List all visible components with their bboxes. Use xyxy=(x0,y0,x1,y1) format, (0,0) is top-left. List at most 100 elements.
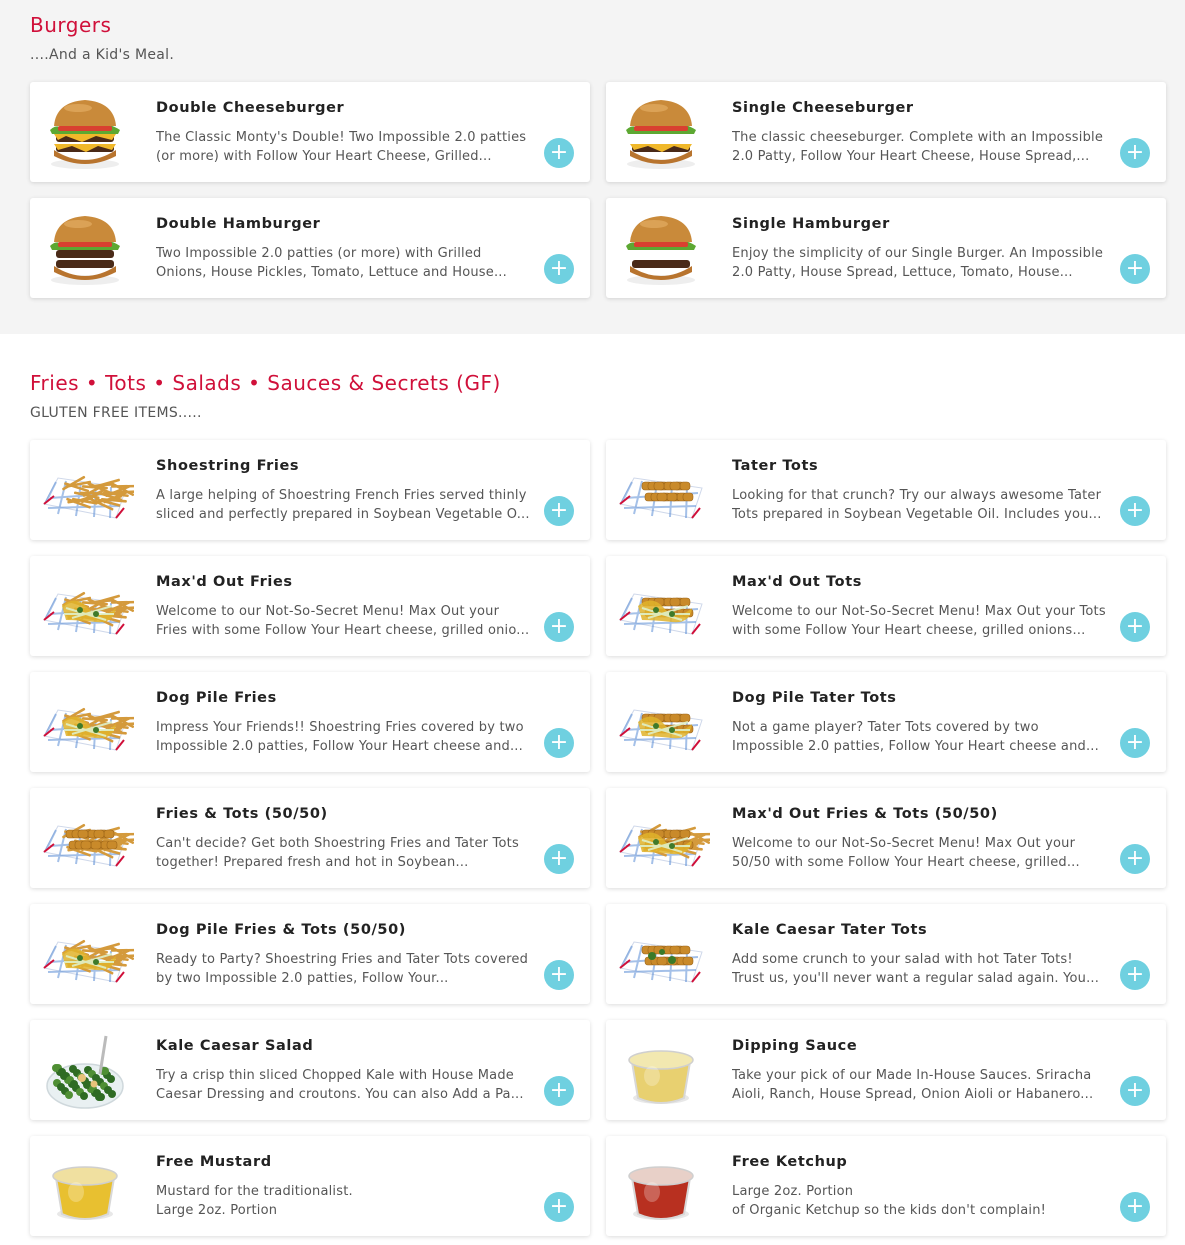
section-subtitle: ....And a Kid's Meal. xyxy=(30,47,175,63)
add-to-cart-plus-icon[interactable]: + xyxy=(544,1076,574,1106)
menu-item-card[interactable]: Dipping Sauce Take your pick of our Made … xyxy=(606,1020,1166,1120)
item-description-text: The Classic Monty's Double! Two Impossib… xyxy=(156,130,527,164)
add-to-cart-plus-icon[interactable]: + xyxy=(544,960,574,990)
item-name: Tater Tots xyxy=(732,458,819,474)
menu-item-card[interactable]: Max'd Out Fries Welcome to our Not-So-Sec… xyxy=(30,556,590,656)
item-description: The Classic Monty's Double! Two Impossib… xyxy=(156,128,530,166)
menu-item-card[interactable]: Double Cheeseburger The Classic Monty's D… xyxy=(30,82,590,182)
add-to-cart-plus-icon[interactable]: + xyxy=(1120,728,1150,758)
item-description-text: The classic cheeseburger. Complete with … xyxy=(732,130,1104,164)
section-subtitle: GLUTEN FREE ITEMS..... xyxy=(30,405,202,421)
item-description: A large helping of Shoestring French Fri… xyxy=(156,486,530,524)
dogpile-tots-image xyxy=(612,680,710,764)
item-description: Impress Your Friends!! Shoestring Fries … xyxy=(156,718,530,756)
item-name: Double Hamburger xyxy=(156,216,321,232)
dogpile-fries-tots-image xyxy=(36,912,134,996)
section-title: Burgers xyxy=(30,13,112,37)
item-description: Try a crisp thin sliced Chopped Kale wit… xyxy=(156,1066,530,1104)
item-name: Dog Pile Tater Tots xyxy=(732,690,897,706)
item-description-text: Not a game player? Tater Tots covered by… xyxy=(732,720,1099,754)
menu-item-card[interactable]: Max'd Out Fries & Tots (50/50) Welcome to… xyxy=(606,788,1166,888)
fries-tots-image xyxy=(36,796,134,880)
item-description: Welcome to our Not-So-Secret Menu! Max O… xyxy=(732,834,1106,872)
add-to-cart-plus-icon[interactable]: + xyxy=(1120,960,1150,990)
item-description-text: Two Impossible 2.0 patties (or more) wit… xyxy=(156,246,507,280)
fries-image xyxy=(36,448,134,532)
menu-grid: Shoestring Fries A large helping of Shoes… xyxy=(30,440,1166,1236)
menu-item-card[interactable]: Shoestring Fries A large helping of Shoes… xyxy=(30,440,590,540)
menu-item-card[interactable]: Single Cheeseburger The classic cheesebur… xyxy=(606,82,1166,182)
item-description: Add some crunch to your salad with hot T… xyxy=(732,950,1106,988)
dogpile-fries-image xyxy=(36,680,134,764)
item-description-text: Welcome to our Not-So-Secret Menu! Max O… xyxy=(732,604,1106,638)
add-to-cart-plus-icon[interactable]: + xyxy=(1120,254,1150,284)
item-description: Looking for that crunch? Try our always … xyxy=(732,486,1106,524)
item-name: Dog Pile Fries & Tots (50/50) xyxy=(156,922,407,938)
item-description: Mustard for the traditionalist. Large 2o… xyxy=(156,1182,530,1220)
add-to-cart-plus-icon[interactable]: + xyxy=(544,496,574,526)
menu-item-card[interactable]: Kale Caesar Tater Tots Add some crunch to… xyxy=(606,904,1166,1004)
item-description-text: Mustard for the traditionalist. Large 2o… xyxy=(156,1184,353,1218)
double-burger-image xyxy=(36,206,134,290)
item-description-text: Welcome to our Not-So-Secret Menu! Max O… xyxy=(156,604,530,638)
menu-item-card[interactable]: Free Mustard Mustard for the traditionali… xyxy=(30,1136,590,1236)
item-name: Max'd Out Fries & Tots (50/50) xyxy=(732,806,998,822)
item-name: Kale Caesar Tater Tots xyxy=(732,922,928,938)
item-description: Can't decide? Get both Shoestring Fries … xyxy=(156,834,530,872)
add-to-cart-plus-icon[interactable]: + xyxy=(544,1192,574,1222)
add-to-cart-plus-icon[interactable]: + xyxy=(1120,1076,1150,1106)
item-description: Take your pick of our Made In-House Sauc… xyxy=(732,1066,1106,1104)
tots-image xyxy=(612,448,710,532)
item-name: Double Cheeseburger xyxy=(156,100,345,116)
menu-item-card[interactable]: Max'd Out Tots Welcome to our Not-So-Secr… xyxy=(606,556,1166,656)
item-description-text: Large 2oz. Portion of Organic Ketchup so… xyxy=(732,1184,1047,1218)
menu-item-card[interactable]: Dog Pile Fries Impress Your Friends!! Sho… xyxy=(30,672,590,772)
item-description: Two Impossible 2.0 patties (or more) wit… xyxy=(156,244,530,282)
menu-item-card[interactable]: Kale Caesar Salad Try a crisp thin sliced… xyxy=(30,1020,590,1120)
menu-item-card[interactable]: Single Hamburger Enjoy the simplicity of … xyxy=(606,198,1166,298)
item-description-text: Add some crunch to your salad with hot T… xyxy=(732,952,1100,986)
add-to-cart-plus-icon[interactable]: + xyxy=(544,254,574,284)
item-description: Ready to Party? Shoestring Fries and Tat… xyxy=(156,950,530,988)
add-to-cart-plus-icon[interactable]: + xyxy=(544,844,574,874)
salad-image xyxy=(36,1028,134,1112)
item-description-text: Take your pick of our Made In-House Sauc… xyxy=(732,1068,1094,1102)
add-to-cart-plus-icon[interactable]: + xyxy=(1120,496,1150,526)
item-description-text: Enjoy the simplicity of our Single Burge… xyxy=(732,246,1104,280)
add-to-cart-plus-icon[interactable]: + xyxy=(544,728,574,758)
item-description: Welcome to our Not-So-Secret Menu! Max O… xyxy=(732,602,1106,640)
add-to-cart-plus-icon[interactable]: + xyxy=(1120,138,1150,168)
item-name: Free Mustard xyxy=(156,1154,272,1170)
item-description: Large 2oz. Portion of Organic Ketchup so… xyxy=(732,1182,1106,1220)
loaded-tots-image xyxy=(612,564,710,648)
menu-item-card[interactable]: Double Hamburger Two Impossible 2.0 patti… xyxy=(30,198,590,298)
menu-grid: Double Cheeseburger The Classic Monty's D… xyxy=(30,82,1166,298)
menu-item-card[interactable]: Dog Pile Fries & Tots (50/50) Ready to Pa… xyxy=(30,904,590,1004)
item-description-text: Welcome to our Not-So-Secret Menu! Max O… xyxy=(732,836,1080,870)
item-name: Dipping Sauce xyxy=(732,1038,858,1054)
add-to-cart-plus-icon[interactable]: + xyxy=(544,612,574,642)
add-to-cart-plus-icon[interactable]: + xyxy=(1120,1192,1150,1222)
menu-item-card[interactable]: Fries & Tots (50/50) Can't decide? Get bo… xyxy=(30,788,590,888)
item-name: Max'd Out Fries xyxy=(156,574,293,590)
menu-item-card[interactable]: Free Ketchup Large 2oz. Portion of Organi… xyxy=(606,1136,1166,1236)
item-name: Fries & Tots (50/50) xyxy=(156,806,328,822)
burgers-section: Burgers ....And a Kid's Meal. Double Che… xyxy=(0,0,1185,334)
item-name: Single Cheeseburger xyxy=(732,100,914,116)
menu-item-card[interactable]: Dog Pile Tater Tots Not a game player? Ta… xyxy=(606,672,1166,772)
item-name: Max'd Out Tots xyxy=(732,574,862,590)
add-to-cart-plus-icon[interactable]: + xyxy=(1120,844,1150,874)
item-description: Not a game player? Tater Tots covered by… xyxy=(732,718,1106,756)
ketchup-cup-image xyxy=(612,1144,710,1228)
loaded-fries-tots-image xyxy=(612,796,710,880)
cheeseburger-image xyxy=(612,90,710,174)
double-cheeseburger-image xyxy=(36,90,134,174)
item-description-text: Ready to Party? Shoestring Fries and Tat… xyxy=(156,952,529,986)
item-name: Single Hamburger xyxy=(732,216,890,232)
item-name: Shoestring Fries xyxy=(156,458,300,474)
item-description-text: A large helping of Shoestring French Fri… xyxy=(156,488,530,522)
add-to-cart-plus-icon[interactable]: + xyxy=(544,138,574,168)
menu-item-card[interactable]: Tater Tots Looking for that crunch? Try o… xyxy=(606,440,1166,540)
section-title: Fries • Tots • Salads • Sauces & Secrets… xyxy=(30,371,501,395)
add-to-cart-plus-icon[interactable]: + xyxy=(1120,612,1150,642)
